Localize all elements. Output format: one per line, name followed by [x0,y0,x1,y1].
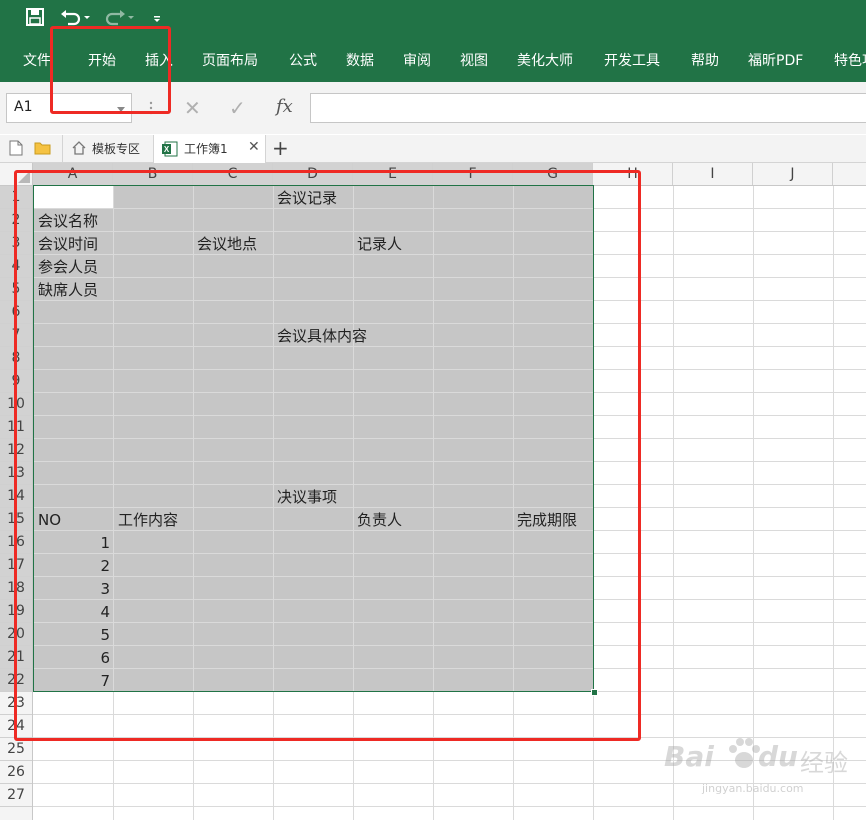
menu-features[interactable]: 特色功 [834,51,866,71]
menu-review[interactable]: 审阅 [403,51,431,71]
name-box-value: A1 [14,99,33,115]
menu-view[interactable]: 视图 [460,51,488,71]
watermark-url: jingyan.baidu.com [702,782,804,795]
menu-formulas[interactable]: 公式 [289,51,317,71]
watermark: Bai du 经验 jingyan.baidu.com [662,734,862,804]
new-document-icon[interactable] [9,140,23,160]
tab-workbook1[interactable]: X 工作簿1 ✕ [154,135,266,163]
menu-help[interactable]: 帮助 [691,51,719,71]
row-header[interactable]: 26 [0,761,32,784]
tab-label: 工作簿1 [184,142,228,156]
grid-vline [753,186,754,820]
formula-input[interactable] [310,93,866,123]
save-icon[interactable] [26,8,44,32]
column-header-extra[interactable] [833,163,866,185]
close-icon[interactable]: ✕ [248,139,260,155]
excel-icon: X [162,141,178,161]
menu-foxit-pdf[interactable]: 福昕PDF [748,51,803,71]
grid-vline [833,186,834,820]
svg-text:X: X [164,145,170,154]
menu-page-layout[interactable]: 页面布局 [202,51,258,71]
watermark-cn: 经验 [800,749,848,777]
tab-template-zone[interactable]: 模板专区 [62,135,154,162]
highlight-box-menu [50,26,171,114]
row-header[interactable]: 25 [0,738,32,761]
add-tab-icon[interactable]: + [272,136,289,160]
grid-hline [33,806,866,807]
menu-file[interactable]: 文件 [23,51,51,71]
highlight-box-table [14,170,641,741]
menu-data[interactable]: 数据 [346,51,374,71]
row-header[interactable]: 27 [0,784,32,807]
workbook-tab-bar: 模板专区 X 工作簿1 ✕ + [0,135,866,163]
home-icon [72,141,86,159]
watermark-brand: Bai [664,740,714,773]
column-header[interactable]: I [673,163,753,185]
folder-icon[interactable] [34,141,51,159]
grid-vline [673,186,674,820]
insert-function-icon[interactable]: fx [276,96,293,117]
menu-developer[interactable]: 开发工具 [604,51,660,71]
tab-label: 模板专区 [92,142,141,156]
menu-beautify[interactable]: 美化大师 [517,51,573,71]
enter-icon[interactable]: ✓ [229,96,246,120]
cancel-icon[interactable]: ✕ [184,96,201,120]
column-header[interactable]: J [753,163,833,185]
watermark-brand2: du [758,740,798,773]
